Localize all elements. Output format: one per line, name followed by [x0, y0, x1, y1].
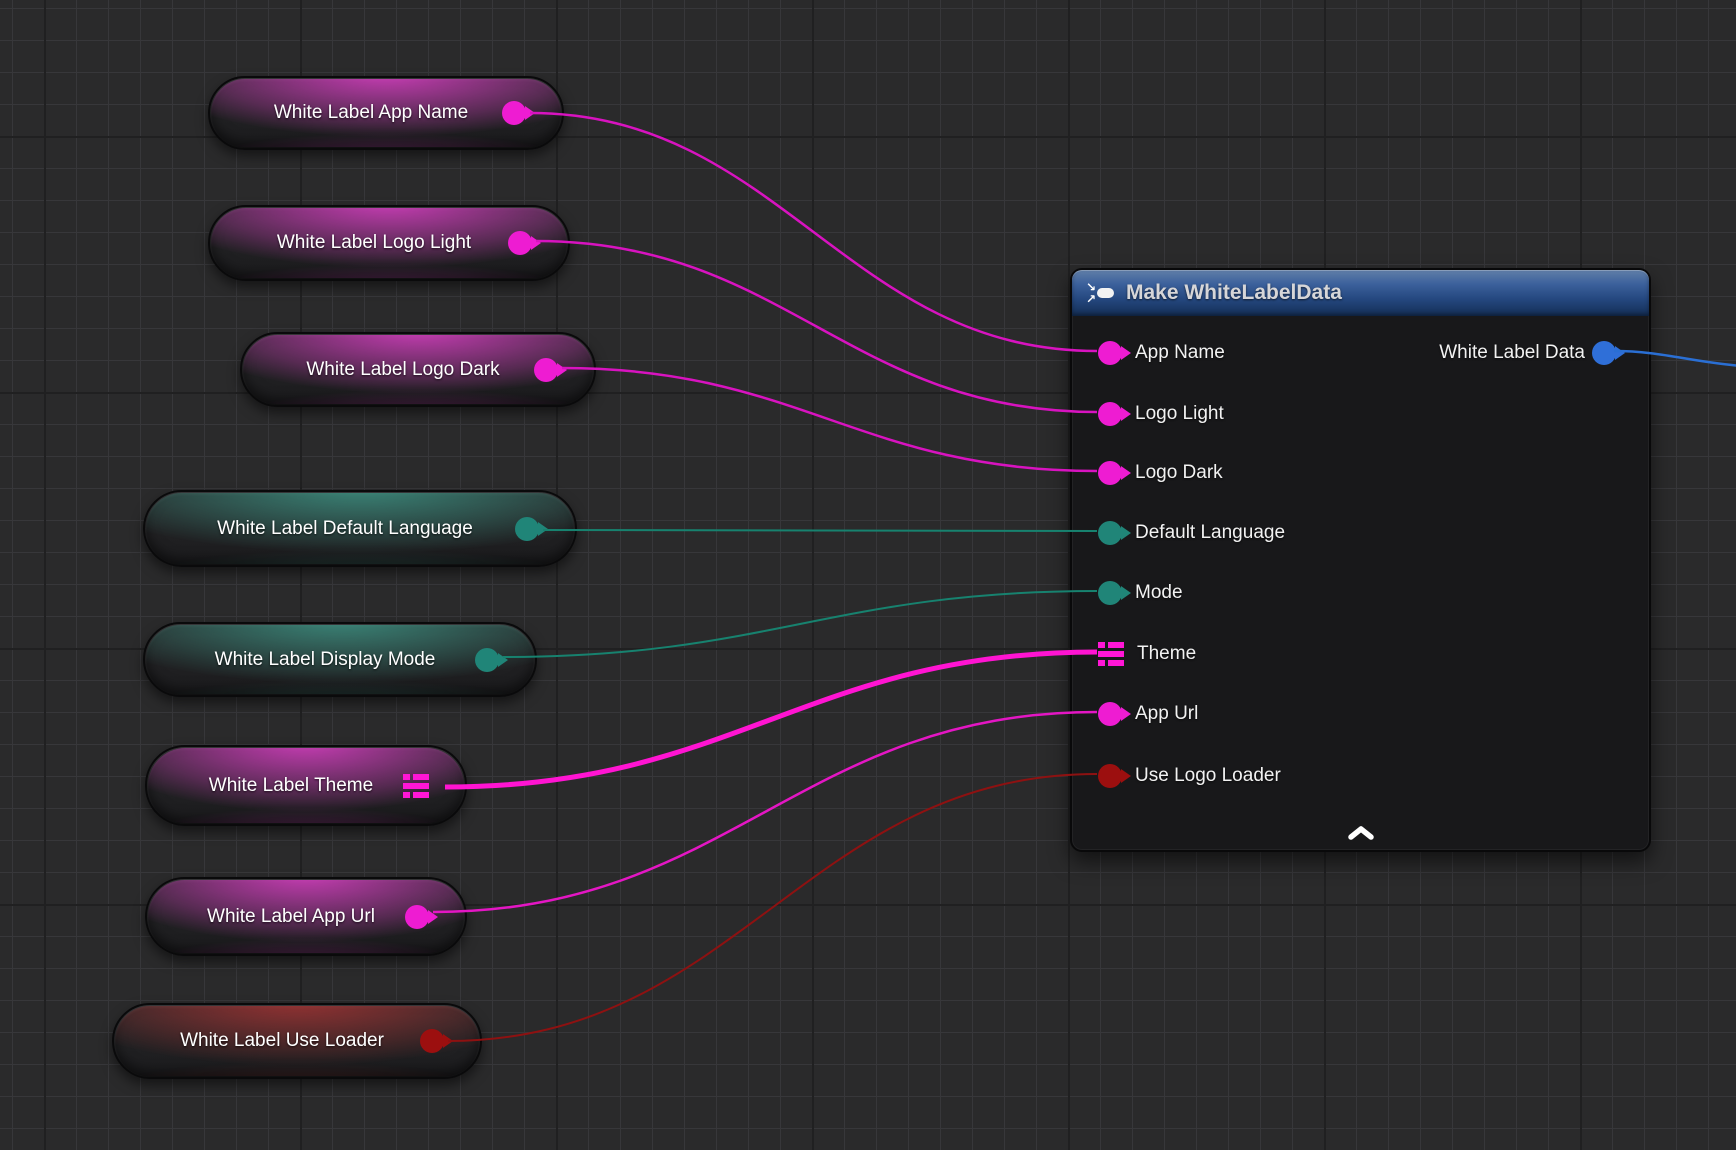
- string-input-pin[interactable]: [1098, 702, 1122, 726]
- var-node-white-label-use-loader[interactable]: White Label Use Loader: [112, 1003, 482, 1079]
- enum-output-pin[interactable]: [475, 648, 499, 672]
- struct-output-pin[interactable]: [403, 774, 429, 798]
- var-node-white-label-logo-light[interactable]: White Label Logo Light: [208, 205, 570, 281]
- enum-input-pin[interactable]: [1098, 521, 1122, 545]
- wire-app-url[interactable]: [433, 712, 1097, 912]
- pin-label: App Url: [1135, 703, 1198, 725]
- pin-label: Default Language: [1135, 522, 1285, 544]
- var-node-label: White Label App Url: [173, 906, 439, 928]
- wire-use-loader[interactable]: [448, 774, 1097, 1041]
- struct-input-pin[interactable]: [1098, 642, 1124, 666]
- var-node-white-label-default-language[interactable]: White Label Default Language: [143, 490, 577, 567]
- pin-label: Mode: [1135, 582, 1183, 604]
- pin-label: Logo Light: [1135, 403, 1224, 425]
- boolean-input-pin[interactable]: [1098, 764, 1122, 788]
- enum-output-pin[interactable]: [515, 517, 539, 541]
- var-node-label: White Label Display Mode: [181, 649, 500, 671]
- make-struct-icon: ↘↗: [1086, 280, 1116, 306]
- pin-label: Theme: [1137, 643, 1196, 665]
- var-node-label: White Label Use Loader: [146, 1030, 448, 1052]
- node-title: Make WhiteLabelData: [1126, 281, 1342, 305]
- string-input-pin[interactable]: [1098, 461, 1122, 485]
- string-output-pin[interactable]: [534, 358, 558, 382]
- chevron-up-icon: [1344, 825, 1378, 841]
- var-node-label: White Label Logo Light: [243, 232, 535, 254]
- input-pin-row[interactable]: Use Logo Loader: [1072, 755, 1649, 797]
- input-pin-row[interactable]: Default Language: [1072, 512, 1649, 554]
- pin-label: Use Logo Loader: [1135, 765, 1281, 787]
- struct-object-output-pin[interactable]: [1592, 341, 1616, 365]
- blueprint-graph-canvas[interactable]: White Label App Name White Label Logo Li…: [0, 0, 1736, 1150]
- var-node-label: White Label Theme: [175, 775, 437, 797]
- input-pin-row[interactable]: Logo Light: [1072, 393, 1649, 435]
- pin-label: Logo Dark: [1135, 462, 1223, 484]
- make-whitelabeldata-node[interactable]: ↘↗ Make WhiteLabelData App Name Logo Lig…: [1070, 268, 1651, 852]
- string-input-pin[interactable]: [1098, 341, 1122, 365]
- input-pin-row[interactable]: App Url: [1072, 693, 1649, 735]
- collapse-node-button[interactable]: [1339, 822, 1383, 844]
- var-node-white-label-theme[interactable]: White Label Theme: [145, 745, 467, 826]
- var-node-label: White Label Default Language: [183, 518, 537, 540]
- pin-label: App Name: [1135, 342, 1225, 364]
- input-pin-row[interactable]: Theme: [1072, 633, 1649, 675]
- wire-default-language[interactable]: [543, 530, 1097, 531]
- boolean-output-pin[interactable]: [420, 1029, 444, 1053]
- var-node-white-label-display-mode[interactable]: White Label Display Mode: [143, 622, 537, 697]
- wire-logo-dark[interactable]: [562, 368, 1097, 471]
- string-output-pin[interactable]: [502, 101, 526, 125]
- var-node-white-label-app-url[interactable]: White Label App Url: [145, 877, 467, 956]
- var-node-label: White Label App Name: [240, 102, 532, 124]
- pin-label: White Label Data: [1439, 342, 1585, 364]
- wire-display-mode[interactable]: [503, 591, 1097, 657]
- string-output-pin[interactable]: [508, 231, 532, 255]
- enum-input-pin[interactable]: [1098, 581, 1122, 605]
- var-node-white-label-logo-dark[interactable]: White Label Logo Dark: [240, 332, 596, 407]
- string-output-pin[interactable]: [405, 905, 429, 929]
- var-node-white-label-app-name[interactable]: White Label App Name: [208, 76, 564, 150]
- var-node-label: White Label Logo Dark: [272, 359, 563, 381]
- input-pin-row[interactable]: Mode: [1072, 572, 1649, 614]
- input-pin-row[interactable]: Logo Dark: [1072, 452, 1649, 494]
- node-header[interactable]: ↘↗ Make WhiteLabelData: [1072, 270, 1649, 316]
- string-input-pin[interactable]: [1098, 402, 1122, 426]
- wire-app-name[interactable]: [530, 113, 1097, 351]
- wire-logo-light[interactable]: [536, 241, 1097, 412]
